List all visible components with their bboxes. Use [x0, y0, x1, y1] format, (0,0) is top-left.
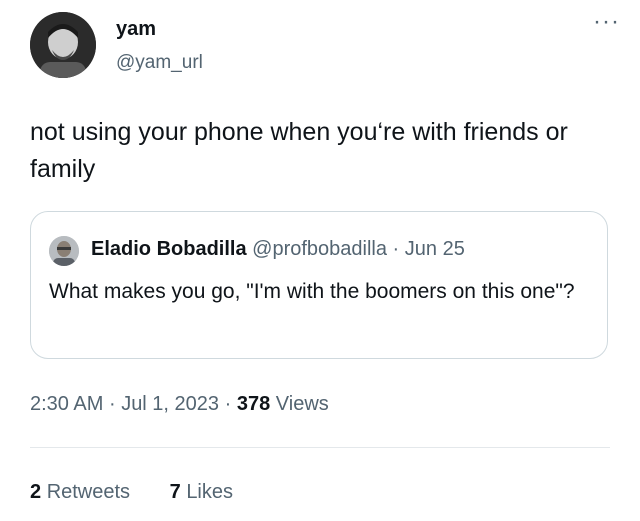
retweets-count: 2 — [30, 481, 42, 503]
tweet-text: not using your phone when you‘re with fr… — [30, 118, 568, 183]
tweet-header: yam @yam_url ··· — [30, 10, 620, 82]
tweet-stats: 2 Retweets 7 Likes — [30, 481, 267, 504]
tweet-meta: 2:30 AM · Jul 1, 2023 · 378 Views — [30, 393, 329, 416]
meta-separator: · — [108, 393, 116, 415]
quoted-header: Eladio Bobadilla @profbobadilla · Jun 25 — [91, 238, 465, 261]
quoted-text: What makes you go, "I'm with the boomers… — [49, 280, 575, 303]
tweet-time[interactable]: 2:30 AM — [30, 393, 103, 415]
divider — [30, 447, 610, 448]
likes-label: Likes — [186, 481, 234, 503]
retweets-stat[interactable]: 2 Retweets — [30, 481, 130, 504]
quoted-separator: · — [392, 238, 400, 260]
quoted-avatar-icon — [49, 236, 79, 266]
meta-separator: · — [224, 393, 232, 415]
author-handle[interactable]: @yam_url — [116, 52, 203, 74]
retweets-label: Retweets — [46, 481, 131, 503]
quoted-author-avatar — [49, 236, 79, 266]
quoted-author-handle[interactable]: @profbobadilla — [252, 238, 387, 260]
author-name[interactable]: yam — [116, 18, 156, 41]
author-avatar[interactable] — [30, 12, 96, 78]
quoted-date[interactable]: Jun 25 — [405, 238, 465, 260]
tweet-date[interactable]: Jul 1, 2023 — [121, 393, 219, 415]
views-count: 378 — [236, 393, 271, 415]
quoted-author-name[interactable]: Eladio Bobadilla — [91, 238, 247, 260]
quoted-tweet[interactable]: Eladio Bobadilla @profbobadilla · Jun 25… — [30, 211, 608, 359]
user-avatar-icon — [30, 12, 96, 78]
views-label: Views — [275, 393, 329, 415]
likes-count: 7 — [169, 481, 181, 503]
more-horizontal-icon[interactable]: ··· — [593, 10, 620, 34]
likes-stat[interactable]: 7 Likes — [170, 481, 233, 504]
